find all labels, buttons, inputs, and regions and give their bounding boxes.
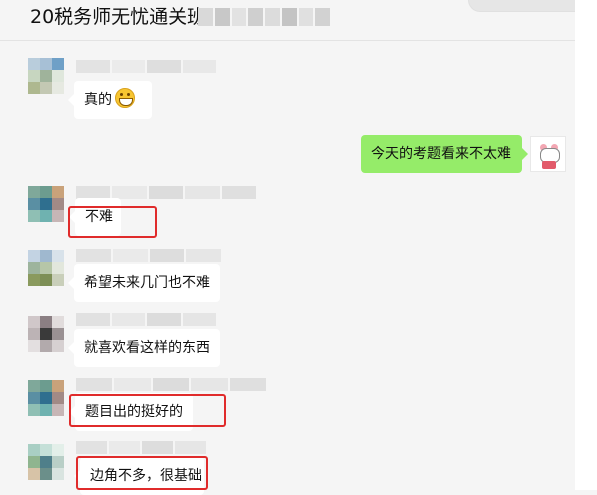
- message-text: 就喜欢看这样的东西: [84, 340, 210, 356]
- avatar[interactable]: [28, 186, 64, 222]
- message-text: 希望未来几门也不难: [84, 275, 210, 291]
- blurred-sender-name: [76, 60, 216, 73]
- message-text: 真的: [84, 92, 112, 108]
- blurred-sender-name: [76, 249, 221, 262]
- avatar[interactable]: [28, 444, 64, 480]
- highlight-box: [69, 394, 226, 427]
- grinning-face-icon: [115, 88, 135, 108]
- chat-title: 20税务师无忧通关班: [30, 6, 207, 28]
- message-bubble-mine[interactable]: 今天的考题看来不太难: [361, 135, 522, 173]
- blurred-sender-name: [76, 441, 206, 454]
- search-box[interactable]: [468, 0, 590, 12]
- message-bubble[interactable]: 就喜欢看这样的东西: [74, 329, 220, 367]
- blurred-sender-name: [76, 313, 216, 326]
- highlight-box: [68, 206, 157, 238]
- highlight-box: [76, 456, 208, 490]
- avatar[interactable]: [28, 58, 64, 94]
- chat-header: 20税务师无忧通关班: [0, 0, 597, 40]
- blurred-title-suffix: [198, 8, 330, 26]
- header-divider: [0, 40, 597, 41]
- message-bubble[interactable]: 希望未来几门也不难: [74, 264, 220, 302]
- avatar[interactable]: [28, 250, 64, 286]
- my-avatar[interactable]: [530, 136, 566, 172]
- avatar[interactable]: [28, 316, 64, 352]
- blurred-sender-name: [76, 378, 267, 391]
- message-bubble[interactable]: 真的: [74, 81, 152, 119]
- message-text: 今天的考题看来不太难: [371, 146, 511, 162]
- avatar[interactable]: [28, 380, 64, 416]
- scrollbar-track[interactable]: [575, 0, 597, 490]
- bubble-tail: [522, 148, 528, 160]
